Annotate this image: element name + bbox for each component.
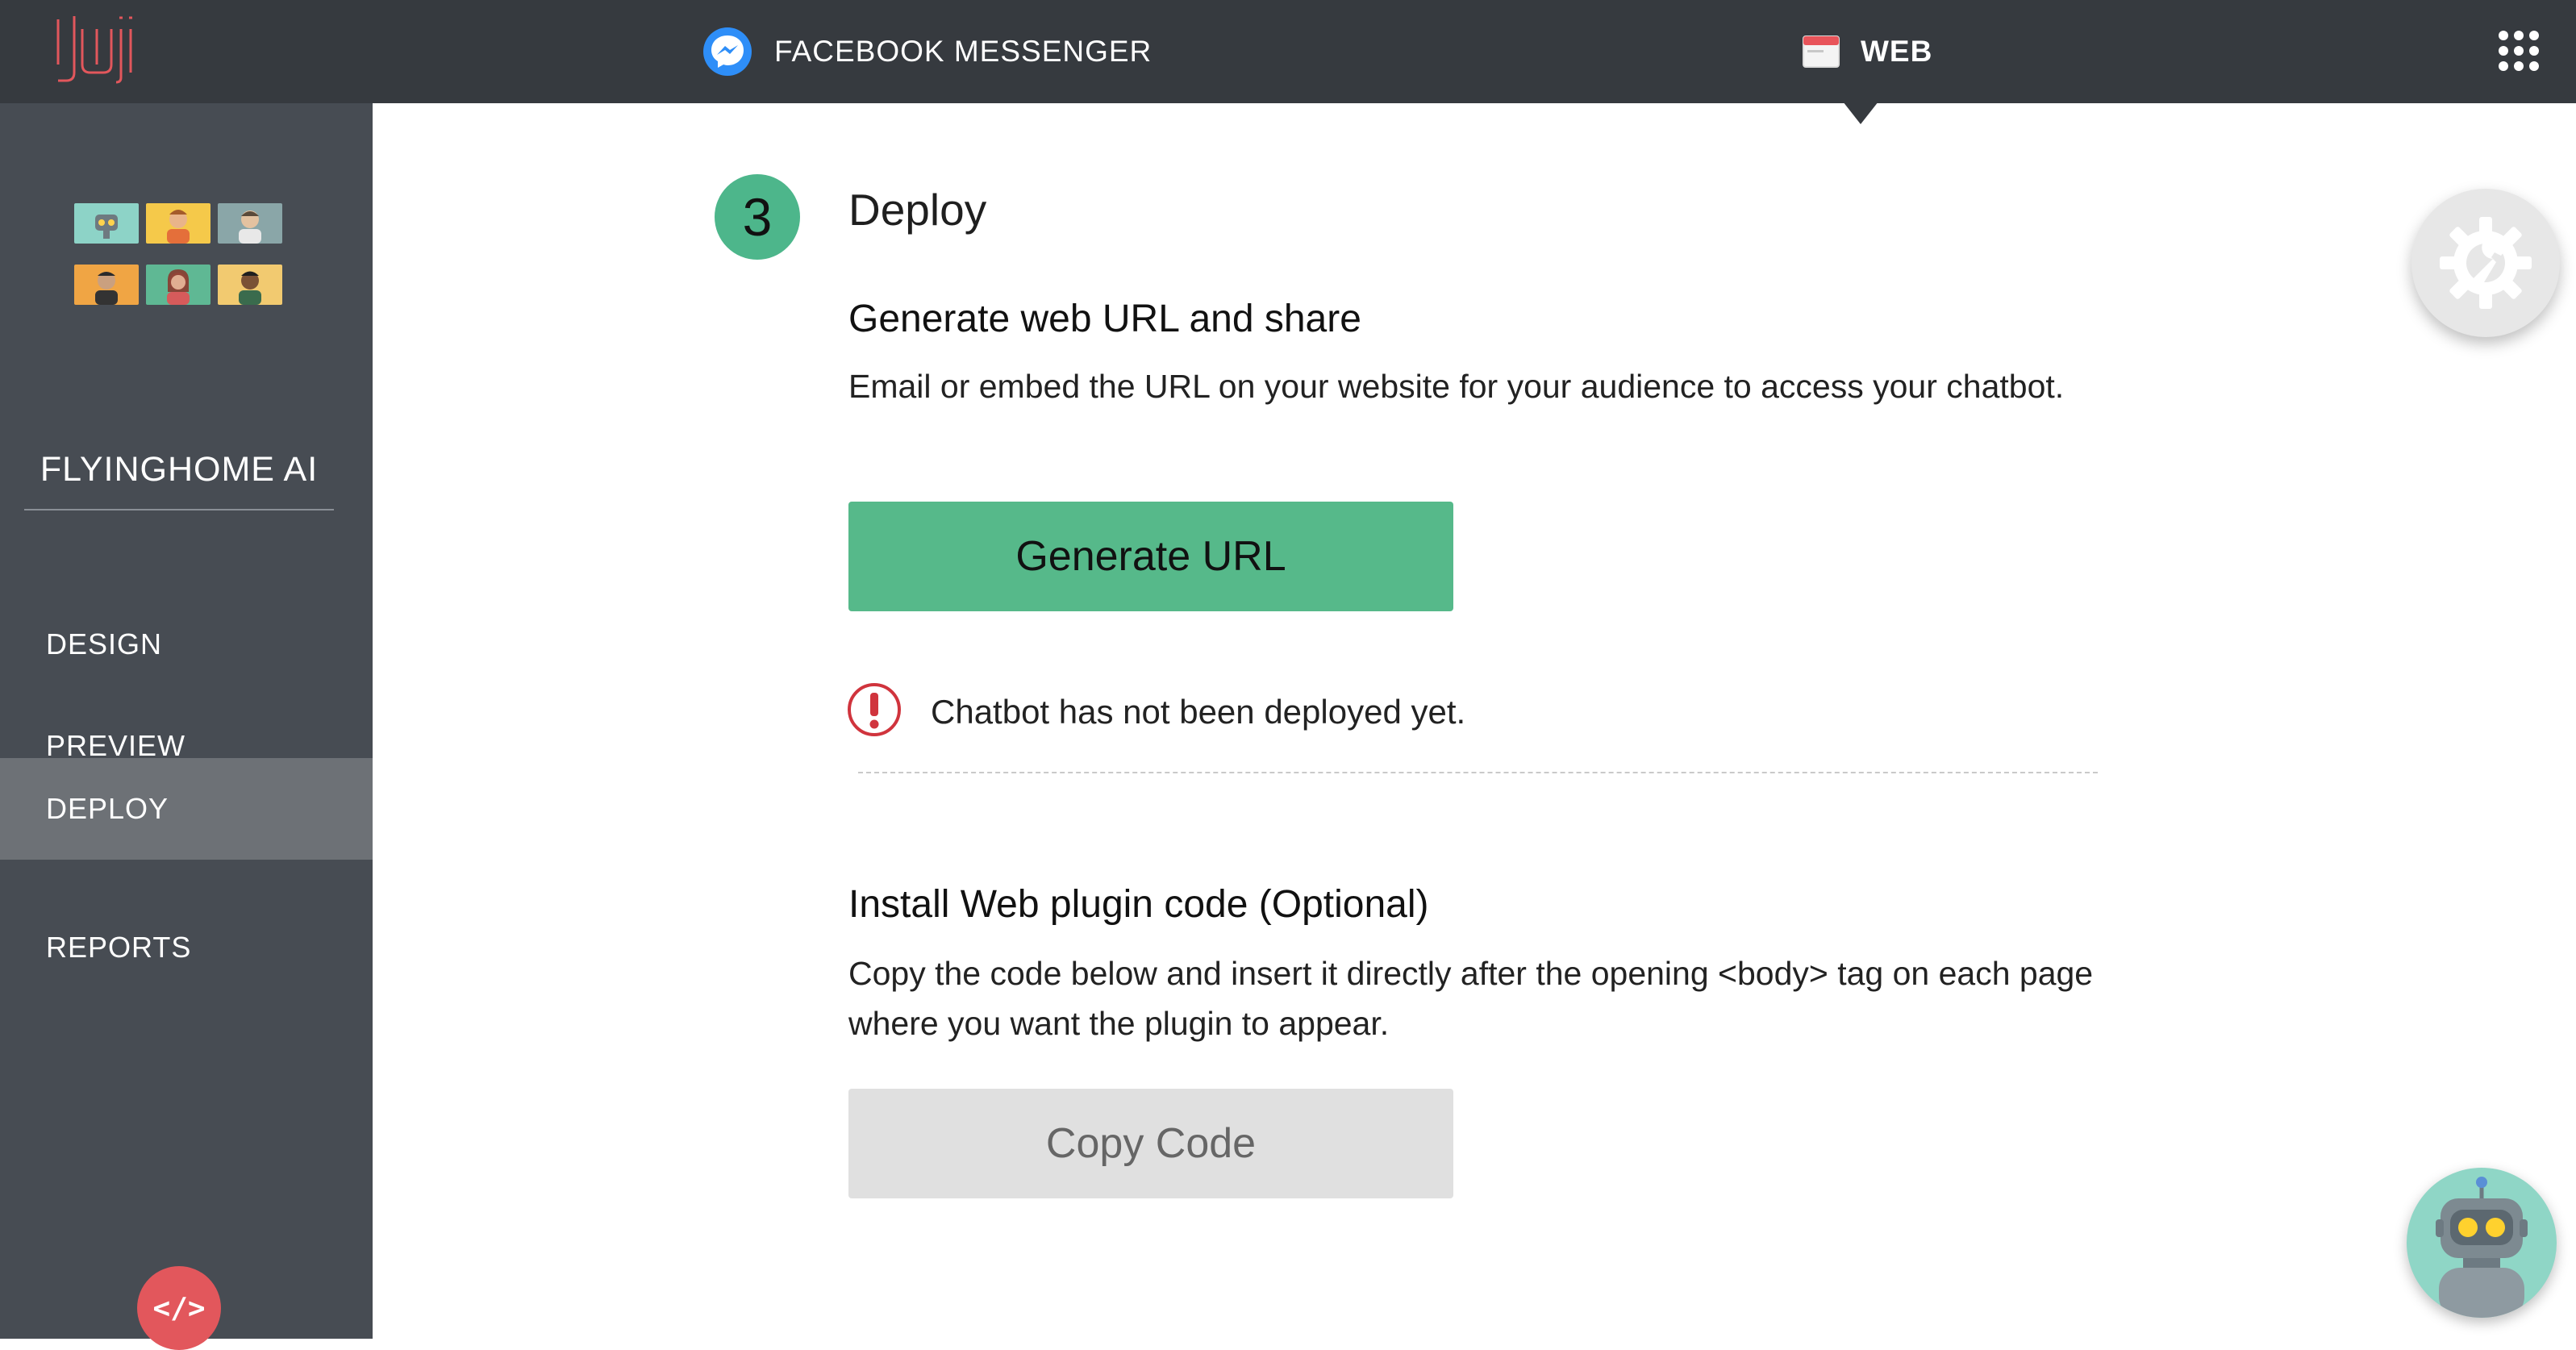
top-bar: FACEBOOK MESSENGER WEB (0, 0, 2576, 103)
tab-web[interactable]: WEB (1803, 0, 1932, 103)
sidebar-item-deploy[interactable]: DEPLOY (0, 758, 373, 860)
generate-url-button[interactable]: Generate URL (848, 502, 1453, 611)
plugin-code-heading: Install Web plugin code (Optional) (848, 883, 1429, 926)
sidebar-item-label: REPORTS (46, 931, 192, 964)
tab-facebook-messenger[interactable]: FACEBOOK MESSENGER (702, 0, 1152, 103)
copy-code-button[interactable]: Copy Code (848, 1089, 1453, 1198)
section-divider (858, 772, 2098, 773)
tab-facebook-messenger-label: FACEBOOK MESSENGER (774, 35, 1153, 68)
robot-avatar-thumb (74, 203, 139, 244)
sidebar: FLYINGHOME AI DESIGN PREVIEW DEPLOY REPO… (0, 103, 373, 1350)
grid-apps-icon[interactable] (2497, 29, 2541, 73)
avatar-thumb (218, 265, 282, 305)
sidebar-item-design[interactable]: DESIGN (0, 594, 373, 695)
step-number-badge: 3 (715, 174, 800, 260)
gear-wrench-icon[interactable] (2411, 189, 2560, 337)
avatar-thumb (146, 203, 210, 244)
generate-url-heading: Generate web URL and share (848, 298, 1361, 340)
sidebar-item-label: DESIGN (46, 627, 163, 660)
sidebar-item-reports[interactable]: REPORTS (0, 897, 373, 998)
juji-logo[interactable] (55, 13, 135, 84)
tab-web-label: WEB (1861, 35, 1933, 68)
code-icon: </> (152, 1291, 206, 1325)
deploy-status: Chatbot has not been deployed yet. (847, 682, 1465, 741)
warning-icon (847, 682, 902, 741)
active-tab-pointer (1843, 102, 1878, 124)
project-name: FLYINGHOME AI (24, 450, 334, 510)
robot-avatar-icon[interactable] (2407, 1168, 2557, 1318)
avatar-thumb (218, 203, 282, 244)
avatar-thumb (74, 265, 139, 305)
browser-window-icon (1803, 35, 1840, 68)
embed-code-button[interactable]: </> (137, 1266, 221, 1350)
generate-url-description: Email or embed the URL on your website f… (848, 368, 2065, 405)
deploy-status-text: Chatbot has not been deployed yet. (931, 692, 1466, 731)
plugin-code-description: Copy the code below and insert it direct… (848, 955, 2094, 1042)
avatar-thumb (146, 265, 210, 305)
sidebar-item-label: DEPLOY (46, 792, 169, 825)
messenger-icon (702, 26, 753, 77)
page-title: Deploy (848, 185, 987, 235)
